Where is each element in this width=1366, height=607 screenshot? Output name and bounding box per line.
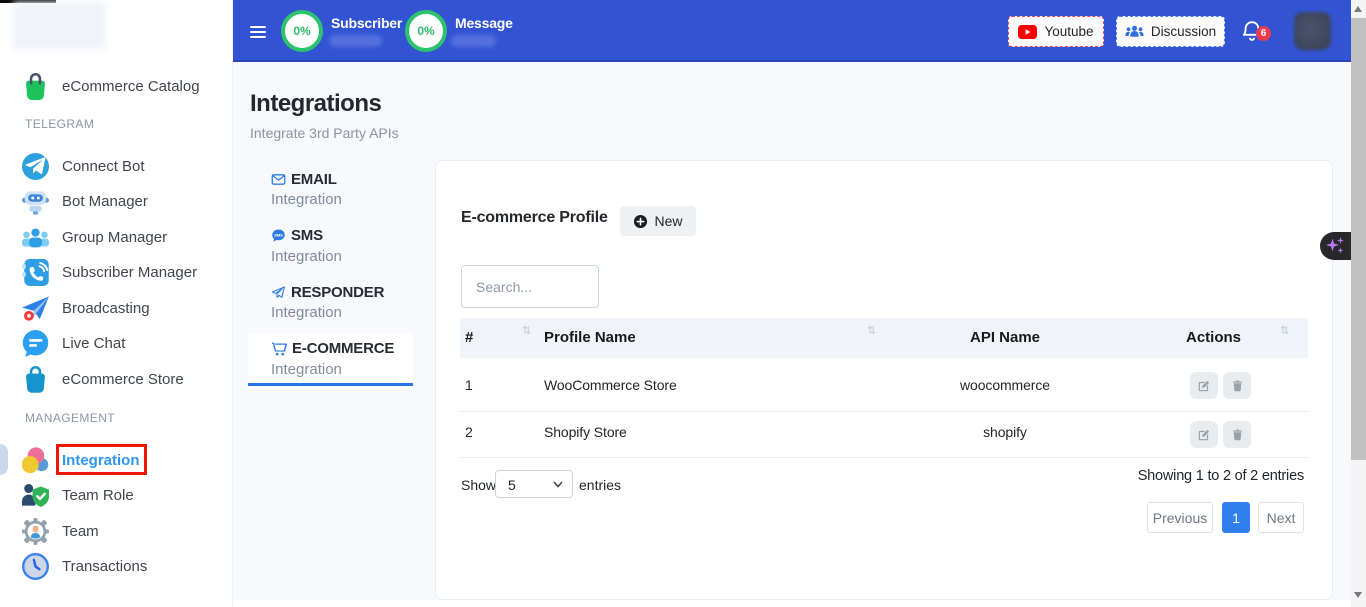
svg-text:SMS: SMS	[274, 233, 283, 238]
